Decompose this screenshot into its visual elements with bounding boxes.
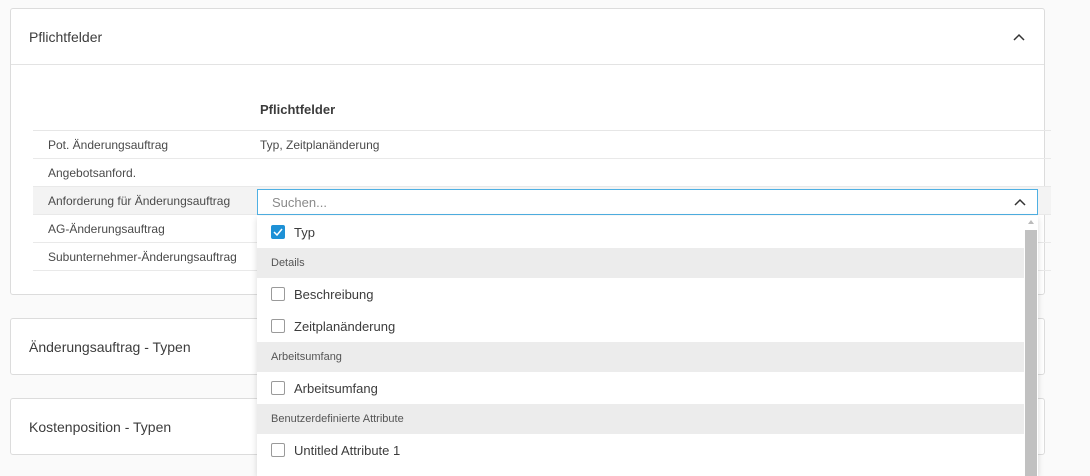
section-title: Änderungsauftrag - Typen: [29, 339, 191, 355]
group-header: Arbeitsumfang: [257, 342, 1024, 372]
table-row[interactable]: Angebotsanford.: [33, 159, 1051, 187]
search-input[interactable]: Suchen...: [257, 189, 1038, 215]
row-name: AG-Änderungsauftrag: [48, 221, 165, 236]
column-header: Pflichtfelder: [33, 89, 1051, 131]
scroll-up-arrow-icon[interactable]: [1028, 220, 1034, 224]
group-header: Benutzerdefinierte Attribute: [257, 404, 1024, 434]
option-label: Untitled Attribute 1: [294, 442, 401, 458]
table-row[interactable]: Pot. Änderungsauftrag Typ, Zeitplanänderu…: [33, 131, 1051, 159]
scrollbar[interactable]: [1024, 216, 1038, 476]
checkbox-icon[interactable]: [271, 319, 285, 333]
section-header[interactable]: Pflichtfelder: [11, 9, 1044, 65]
section-title: Pflichtfelder: [29, 28, 103, 45]
row-name: Anforderung für Änderungsauftrag: [48, 193, 231, 208]
row-name: Pot. Änderungsauftrag: [48, 137, 169, 152]
option-label: Arbeitsumfang: [294, 380, 378, 396]
option-arbeitsumfang[interactable]: Arbeitsumfang: [257, 372, 1024, 404]
search-placeholder: Suchen...: [272, 194, 327, 210]
option-zeitplanaenderung[interactable]: Zeitplanänderung: [257, 310, 1024, 342]
chevron-up-icon[interactable]: [1012, 30, 1026, 44]
option-typ[interactable]: Typ: [257, 216, 1024, 248]
option-label: Typ: [294, 224, 315, 240]
option-label: Zeitplanänderung: [294, 318, 396, 334]
chevron-up-icon[interactable]: [1013, 195, 1027, 209]
option-label: Beschreibung: [294, 286, 374, 302]
checkbox-icon[interactable]: [271, 443, 285, 457]
row-name: Angebotsanford.: [48, 165, 137, 180]
dropdown-list: Typ Details Beschreibung Zeitplanänderun…: [257, 216, 1038, 476]
option-beschreibung[interactable]: Beschreibung: [257, 278, 1024, 310]
checkbox-checked-icon[interactable]: [271, 225, 285, 239]
checkbox-icon[interactable]: [271, 381, 285, 395]
checkbox-icon[interactable]: [271, 287, 285, 301]
option-untitled-attribute-1[interactable]: Untitled Attribute 1: [257, 434, 1024, 466]
scrollbar-thumb[interactable]: [1025, 230, 1037, 476]
section-title: Kostenposition - Typen: [29, 419, 172, 435]
row-value: Typ, Zeitplanänderung: [260, 137, 380, 152]
row-name: Subunternehmer-Änderungsauftrag: [48, 249, 237, 264]
group-header: Details: [257, 248, 1024, 278]
